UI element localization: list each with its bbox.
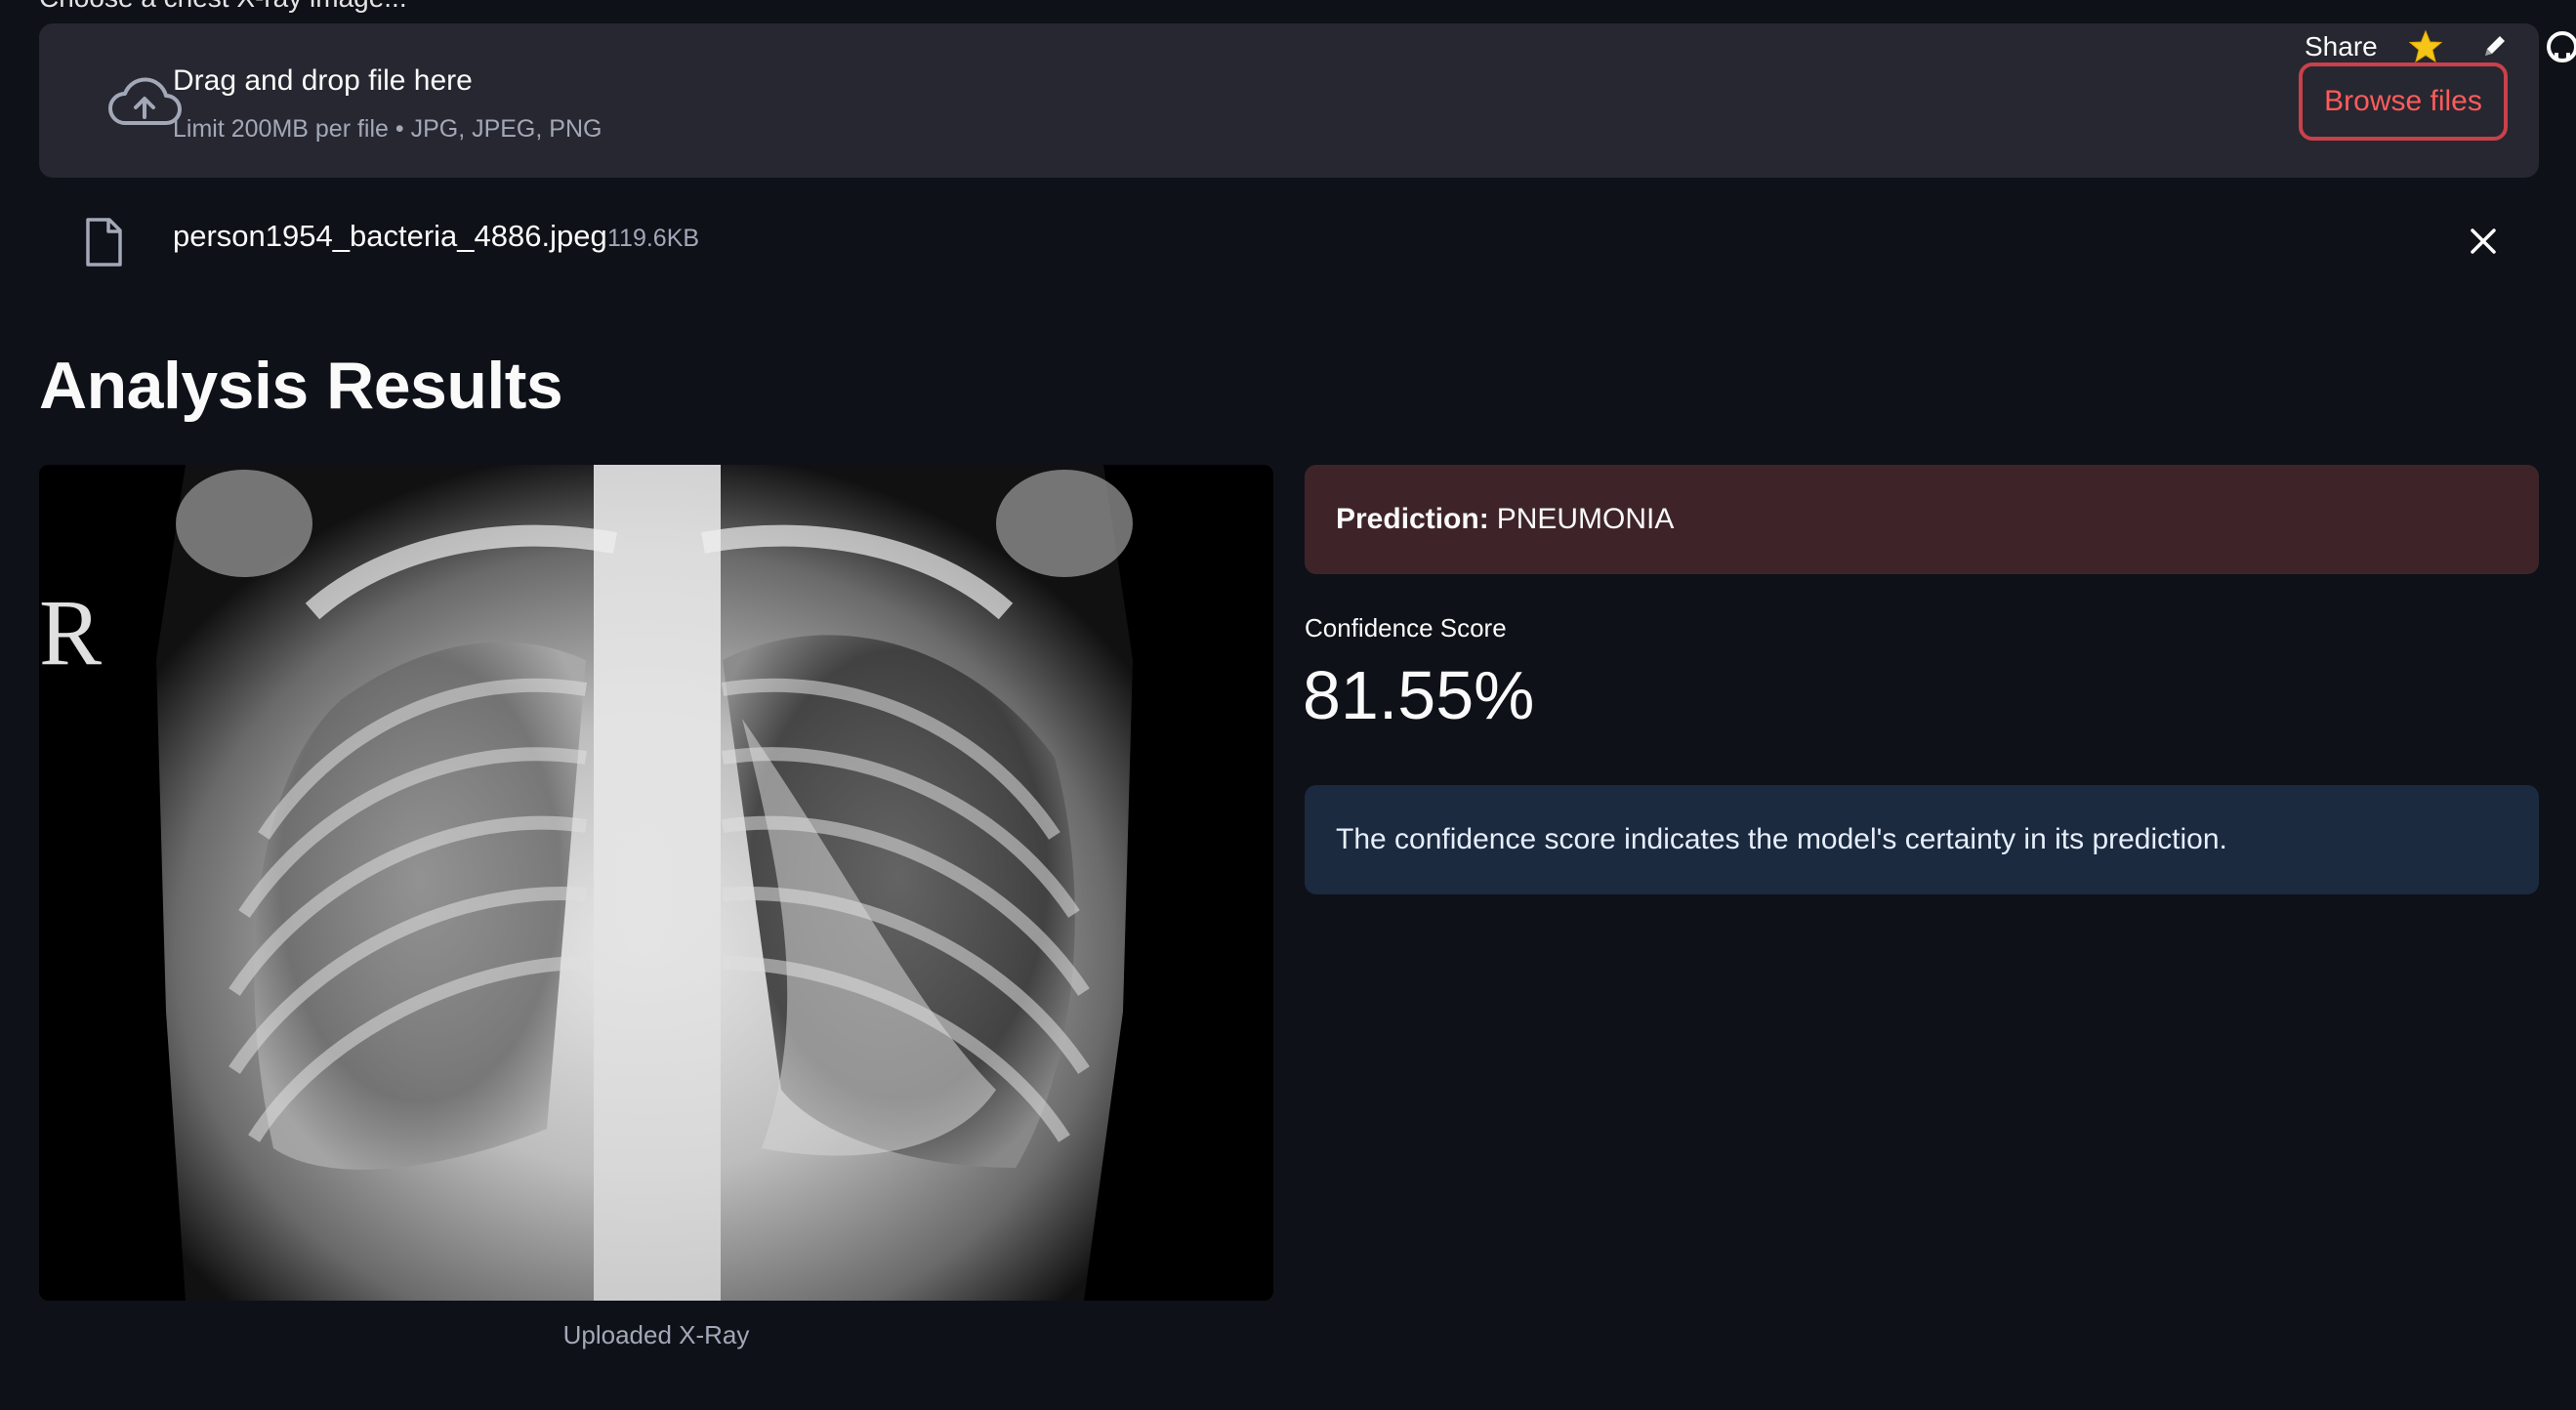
confidence-value: 81.55%	[1303, 657, 1535, 733]
github-icon[interactable]	[2545, 29, 2576, 64]
dropzone-title: Drag and drop file here	[173, 64, 473, 97]
browse-files-button[interactable]: Browse files	[2299, 62, 2508, 141]
file-size: 119.6KB	[607, 225, 700, 252]
prediction-value: PNEUMONIA	[1496, 503, 1675, 535]
share-button[interactable]: Share	[2305, 31, 2378, 62]
file-dropzone[interactable]: Drag and drop file here Limit 200MB per …	[39, 23, 2539, 178]
cloud-upload-icon	[108, 77, 182, 125]
star-icon[interactable]	[2408, 29, 2443, 64]
close-icon[interactable]	[2467, 225, 2500, 258]
dropzone-limit-text: Limit 200MB per file • JPG, JPEG, PNG	[173, 115, 602, 143]
prediction-label: Prediction:	[1336, 503, 1489, 535]
prediction-alert: Prediction: PNEUMONIA	[1305, 465, 2539, 574]
app-page: Choose a chest X-ray image... Drag and d…	[0, 0, 2576, 1410]
file-name: person1954_bacteria_4886.jpeg	[173, 219, 607, 253]
file-icon	[86, 218, 122, 267]
info-text: The confidence score indicates the model…	[1336, 823, 2227, 855]
confidence-label: Confidence Score	[1305, 613, 1507, 643]
xray-image: R	[39, 465, 1273, 1301]
page-title: Analysis Results	[39, 349, 563, 423]
uploaded-file-row: person1954_bacteria_4886.jpeg 119.6KB	[39, 201, 2539, 279]
uploader-label: Choose a chest X-ray image...	[39, 0, 407, 14]
xray-marker: R	[39, 580, 102, 684]
chest-xray-illustration: R	[39, 465, 1273, 1301]
image-caption: Uploaded X-Ray	[562, 1320, 750, 1349]
pencil-icon[interactable]	[2480, 31, 2510, 61]
info-alert: The confidence score indicates the model…	[1305, 785, 2539, 894]
